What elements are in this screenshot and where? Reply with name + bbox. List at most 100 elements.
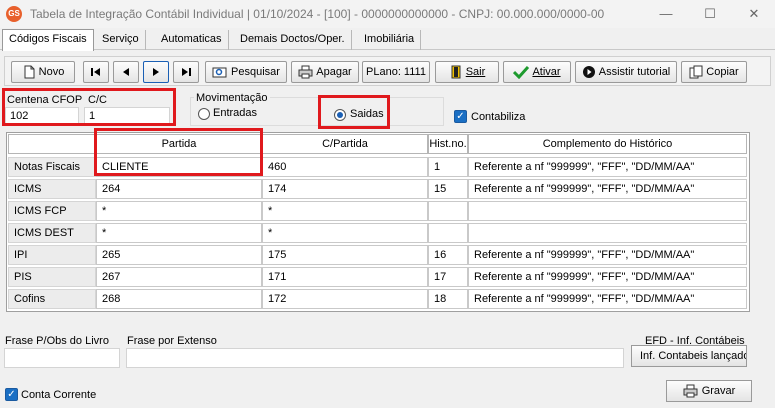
highlight-centena-cc [2,88,176,126]
sair-button[interactable]: Sair [435,61,499,83]
title-bar: GS Tabela de Integração Contábil Individ… [0,0,775,28]
ativar-button[interactable]: Ativar [503,61,571,83]
complemento-cell[interactable]: Referente a nf "999999", "FFF", "DD/MM/A… [468,157,747,177]
partida-cell[interactable]: * [96,201,262,221]
last-record-button[interactable] [173,61,199,83]
last-record-icon [182,68,191,76]
maximize-icon[interactable]: ☐ [690,4,730,24]
hist-no-header[interactable]: Hist.no. [428,134,468,154]
conta-corrente-checkbox[interactable]: ✓ [5,388,18,401]
grid-row-label: ICMS FCP [8,201,96,221]
pesquisar-label: Pesquisar [231,66,280,78]
exit-door-icon [451,65,461,79]
plano-button[interactable]: PLano: 1111 [362,61,430,83]
cpartida-cell[interactable]: 174 [262,179,428,199]
complemento-cell[interactable]: Referente a nf "999999", "FFF", "DD/MM/A… [468,289,747,309]
conta-corrente-label: Conta Corrente [21,389,97,401]
cpartida-cell[interactable]: * [262,223,428,243]
complemento-cell[interactable]: Referente a nf "999999", "FFF", "DD/MM/A… [468,267,747,287]
assistir-tutorial-button[interactable]: Assistir tutorial [575,61,677,83]
window-title: Tabela de Integração Contábil Individual… [30,7,605,21]
frase-extenso-field[interactable] [126,348,624,368]
grid-row-label: ICMS [8,179,96,199]
complemento-cell[interactable]: Referente a nf "999999", "FFF", "DD/MM/A… [468,245,747,265]
partida-cell[interactable]: 268 [96,289,262,309]
cpartida-cell[interactable]: * [262,201,428,221]
inf-contabeis-label: Inf. Contabeis lançados [640,350,747,362]
copiar-label: Copiar [706,66,739,78]
hist-no-cell[interactable]: 18 [428,289,468,309]
complemento-cell[interactable]: Referente a nf "999999", "FFF", "DD/MM/A… [468,179,747,199]
partida-cell[interactable]: 267 [96,267,262,287]
copy-icon [689,65,703,79]
new-document-icon [24,65,35,79]
complemento-cell[interactable] [468,223,747,243]
copiar-button[interactable]: Copiar [681,61,747,83]
entradas-label: Entradas [213,107,258,119]
hist-no-cell[interactable] [428,223,468,243]
contabiliza-checkbox[interactable]: ✓ [454,110,467,123]
previous-record-button[interactable] [113,61,139,83]
hist-no-cell[interactable]: 15 [428,179,468,199]
cpartida-cell[interactable]: 172 [262,289,428,309]
complemento-header[interactable]: Complemento do Histórico [468,134,747,154]
tab-imobiliaria[interactable]: Imobiliária [358,30,422,50]
next-record-icon [153,68,159,76]
grid-row-label: IPI [8,245,96,265]
grid-row-label: Notas Fiscais [8,157,96,177]
minimize-icon[interactable]: — [646,4,686,24]
inf-contabeis-button[interactable]: Inf. Contabeis lançados [631,345,747,367]
sair-label: Sair [465,66,486,78]
next-record-button[interactable] [143,61,169,83]
tab-codigos-fiscais[interactable]: Códigos Fiscais [2,29,94,51]
hist-no-cell[interactable] [428,201,468,221]
first-record-button[interactable] [83,61,109,83]
first-record-icon [91,68,100,76]
printer-icon [683,384,698,398]
partida-cell[interactable]: 265 [96,245,262,265]
contabiliza-label: Contabiliza [471,111,526,123]
frase-obs-label: Frase P/Obs do Livro [5,335,109,347]
entradas-radio[interactable] [198,108,210,120]
close-icon[interactable]: ✕ [734,4,774,24]
cpartida-cell[interactable]: 175 [262,245,428,265]
plano-label: PLano: 1111 [366,66,426,78]
highlight-saidas [318,95,390,129]
pesquisar-button[interactable]: Pesquisar [205,61,287,83]
highlight-partida [94,128,263,176]
complemento-cell[interactable] [468,201,747,221]
frase-extenso-label: Frase por Extenso [127,335,217,347]
play-icon [582,66,595,78]
grid-row-label: PIS [8,267,96,287]
apagar-label: Apagar [316,66,352,78]
gravar-label: Gravar [701,385,736,397]
grid-row-label: Cofins [8,289,96,309]
partida-cell[interactable]: 264 [96,179,262,199]
novo-button[interactable]: Novo [11,61,75,83]
previous-record-icon [123,68,129,76]
apagar-button[interactable]: Apagar [291,61,359,83]
hist-no-cell[interactable]: 16 [428,245,468,265]
row-name-header [8,134,96,154]
hist-no-cell[interactable]: 17 [428,267,468,287]
tab-bar: Códigos Fiscais Serviço Automaticas Dema… [0,28,775,51]
hist-no-cell[interactable]: 1 [428,157,468,177]
tab-servico[interactable]: Serviço [96,30,146,50]
movimentacao-label: Movimentação [194,92,270,104]
cpartida-header[interactable]: C/Partida [262,134,428,154]
assistir-tutorial-label: Assistir tutorial [598,66,671,78]
gravar-button[interactable]: Gravar [666,380,752,402]
partida-cell[interactable]: * [96,223,262,243]
tab-demais-doctos[interactable]: Demais Doctos/Oper. [234,30,352,50]
cpartida-cell[interactable]: 460 [262,157,428,177]
toolbar: Novo Pesquisar Apagar PLano: 1111 Sair A… [4,56,771,86]
printer-icon [298,65,313,79]
grid-row-label: ICMS DEST [8,223,96,243]
search-icon [212,67,227,78]
checkmark-icon [513,65,530,79]
novo-label: Novo [38,66,65,78]
frase-obs-field[interactable] [4,348,120,368]
cpartida-cell[interactable]: 171 [262,267,428,287]
tab-automaticas[interactable]: Automaticas [155,30,229,50]
app-logo-icon: GS [6,6,22,22]
